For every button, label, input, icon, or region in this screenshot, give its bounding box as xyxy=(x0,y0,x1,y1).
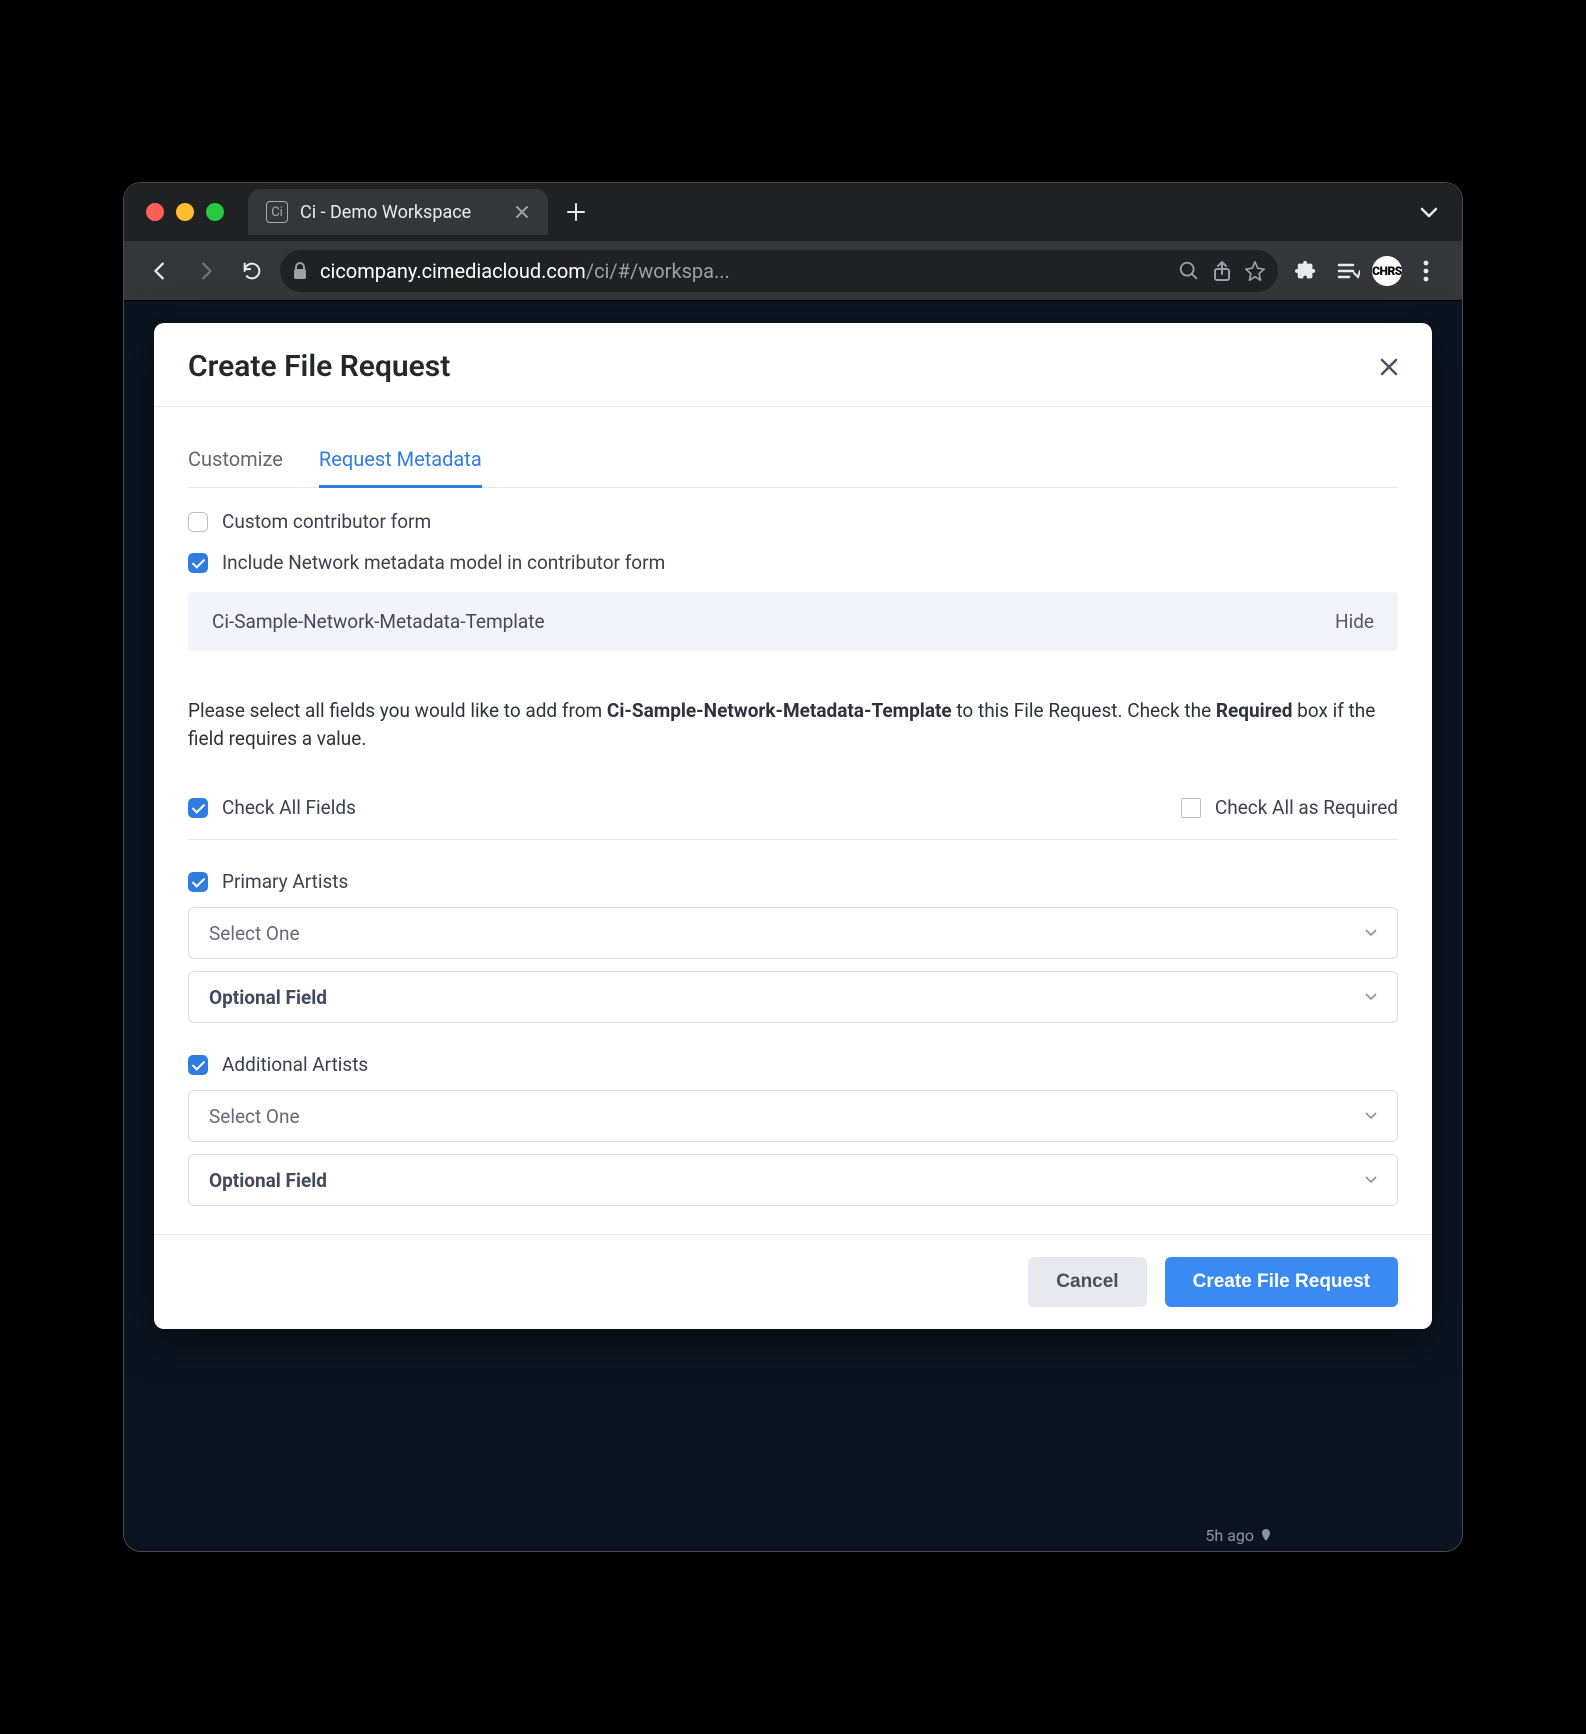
reload-button[interactable] xyxy=(234,253,270,289)
check-all-row: Check All Fields Check All as Required xyxy=(188,796,1398,840)
field-required-select[interactable]: Optional Field xyxy=(188,971,1398,1023)
field-required-select[interactable]: Optional Field xyxy=(188,1154,1398,1206)
optional-field-label: Optional Field xyxy=(209,986,327,1009)
toolbar-actions: CHRS xyxy=(1288,253,1444,289)
check-all-fields-label: Check All Fields xyxy=(222,796,356,819)
profile-avatar[interactable]: CHRS xyxy=(1372,256,1402,286)
create-file-request-button[interactable]: Create File Request xyxy=(1165,1257,1398,1307)
bookmark-icon[interactable] xyxy=(1244,260,1266,282)
custom-contributor-form-checkbox[interactable] xyxy=(188,512,208,532)
tab-customize[interactable]: Customize xyxy=(188,447,283,488)
forward-button[interactable] xyxy=(188,253,224,289)
modal-header: Create File Request xyxy=(154,323,1432,407)
create-file-request-modal: Create File Request Customize Request Me… xyxy=(154,323,1432,1329)
lock-icon xyxy=(292,262,308,280)
field-checkbox[interactable] xyxy=(188,872,208,892)
tab-title: Ci - Demo Workspace xyxy=(300,202,471,223)
close-icon[interactable] xyxy=(1380,358,1398,376)
check-all-fields-group: Check All Fields xyxy=(188,796,356,819)
instruction-mid: to this File Request. Check the xyxy=(952,699,1216,722)
custom-contributor-form-label: Custom contributor form xyxy=(222,510,431,533)
background-timestamp: 5h ago xyxy=(1205,1526,1272,1545)
hide-template-button[interactable]: Hide xyxy=(1335,610,1374,633)
address-bar[interactable]: cicompany.cimediacloud.com/ci/#/workspa.… xyxy=(280,250,1278,292)
chevron-down-icon xyxy=(1365,929,1377,937)
select-placeholder: Select One xyxy=(209,922,300,945)
new-tab-button[interactable] xyxy=(548,202,604,222)
check-all-fields-checkbox[interactable] xyxy=(188,798,208,818)
reading-list-icon[interactable] xyxy=(1330,253,1366,289)
field-header: Additional Artists xyxy=(188,1053,1398,1076)
optional-field-label: Optional Field xyxy=(209,1169,327,1192)
back-button[interactable] xyxy=(142,253,178,289)
instruction-text: Please select all fields you would like … xyxy=(188,697,1398,752)
field-label: Additional Artists xyxy=(222,1053,368,1076)
minimize-window[interactable] xyxy=(176,203,194,221)
check-all-required-label: Check All as Required xyxy=(1215,796,1398,819)
field-label: Primary Artists xyxy=(222,870,348,893)
chevron-down-icon xyxy=(1365,1176,1377,1184)
maximize-window[interactable] xyxy=(206,203,224,221)
check-all-required-checkbox[interactable] xyxy=(1181,798,1201,818)
field-value-select[interactable]: Select One xyxy=(188,1090,1398,1142)
select-placeholder: Select One xyxy=(209,1105,300,1128)
custom-contributor-form-row: Custom contributor form xyxy=(188,510,1398,533)
tabs-dropdown-icon[interactable] xyxy=(1420,206,1438,218)
instruction-template: Ci-Sample-Network-Metadata-Template xyxy=(607,699,952,722)
instruction-prefix: Please select all fields you would like … xyxy=(188,699,607,722)
timestamp-text: 5h ago xyxy=(1205,1526,1254,1545)
extensions-icon[interactable] xyxy=(1288,253,1324,289)
template-bar: Ci-Sample-Network-Metadata-Template Hide xyxy=(188,592,1398,651)
browser-window: Ci Ci - Demo Workspace cicom xyxy=(123,182,1463,1552)
menu-icon[interactable] xyxy=(1408,253,1444,289)
tab-request-metadata[interactable]: Request Metadata xyxy=(319,447,482,488)
zoom-icon[interactable] xyxy=(1178,260,1200,282)
close-window[interactable] xyxy=(146,203,164,221)
window-controls xyxy=(146,203,224,221)
modal-body: Customize Request Metadata Custom contri… xyxy=(154,407,1432,1234)
modal-footer: Cancel Create File Request xyxy=(154,1234,1432,1329)
field-primary-artists: Primary Artists Select One Optional Fiel… xyxy=(188,870,1398,1023)
url-text: cicompany.cimediacloud.com/ci/#/workspa.… xyxy=(320,259,1166,283)
include-network-metadata-row: Include Network metadata model in contri… xyxy=(188,551,1398,574)
chevron-down-icon xyxy=(1365,1112,1377,1120)
pin-icon xyxy=(1260,1529,1272,1543)
field-value-select[interactable]: Select One xyxy=(188,907,1398,959)
include-network-metadata-label: Include Network metadata model in contri… xyxy=(222,551,665,574)
close-tab-icon[interactable] xyxy=(510,200,534,224)
template-name: Ci-Sample-Network-Metadata-Template xyxy=(212,610,545,633)
modal-title: Create File Request xyxy=(188,349,450,384)
page-viewport: Create File Request Customize Request Me… xyxy=(124,301,1462,1551)
field-checkbox[interactable] xyxy=(188,1055,208,1075)
field-additional-artists: Additional Artists Select One Optional F… xyxy=(188,1053,1398,1206)
modal-tabs: Customize Request Metadata xyxy=(188,447,1398,488)
url-host: cicompany.cimediacloud.com xyxy=(320,259,586,283)
share-icon[interactable] xyxy=(1212,260,1232,282)
browser-toolbar: cicompany.cimediacloud.com/ci/#/workspa.… xyxy=(124,241,1462,301)
field-header: Primary Artists xyxy=(188,870,1398,893)
check-all-required-group: Check All as Required xyxy=(1181,796,1398,819)
browser-tab[interactable]: Ci Ci - Demo Workspace xyxy=(248,189,548,235)
chevron-down-icon xyxy=(1365,993,1377,1001)
instruction-required: Required xyxy=(1216,699,1293,722)
url-path: /ci/#/workspa... xyxy=(586,259,730,283)
cancel-button[interactable]: Cancel xyxy=(1028,1257,1146,1307)
tab-strip: Ci Ci - Demo Workspace xyxy=(124,183,1462,241)
tab-favicon: Ci xyxy=(266,201,288,223)
include-network-metadata-checkbox[interactable] xyxy=(188,553,208,573)
